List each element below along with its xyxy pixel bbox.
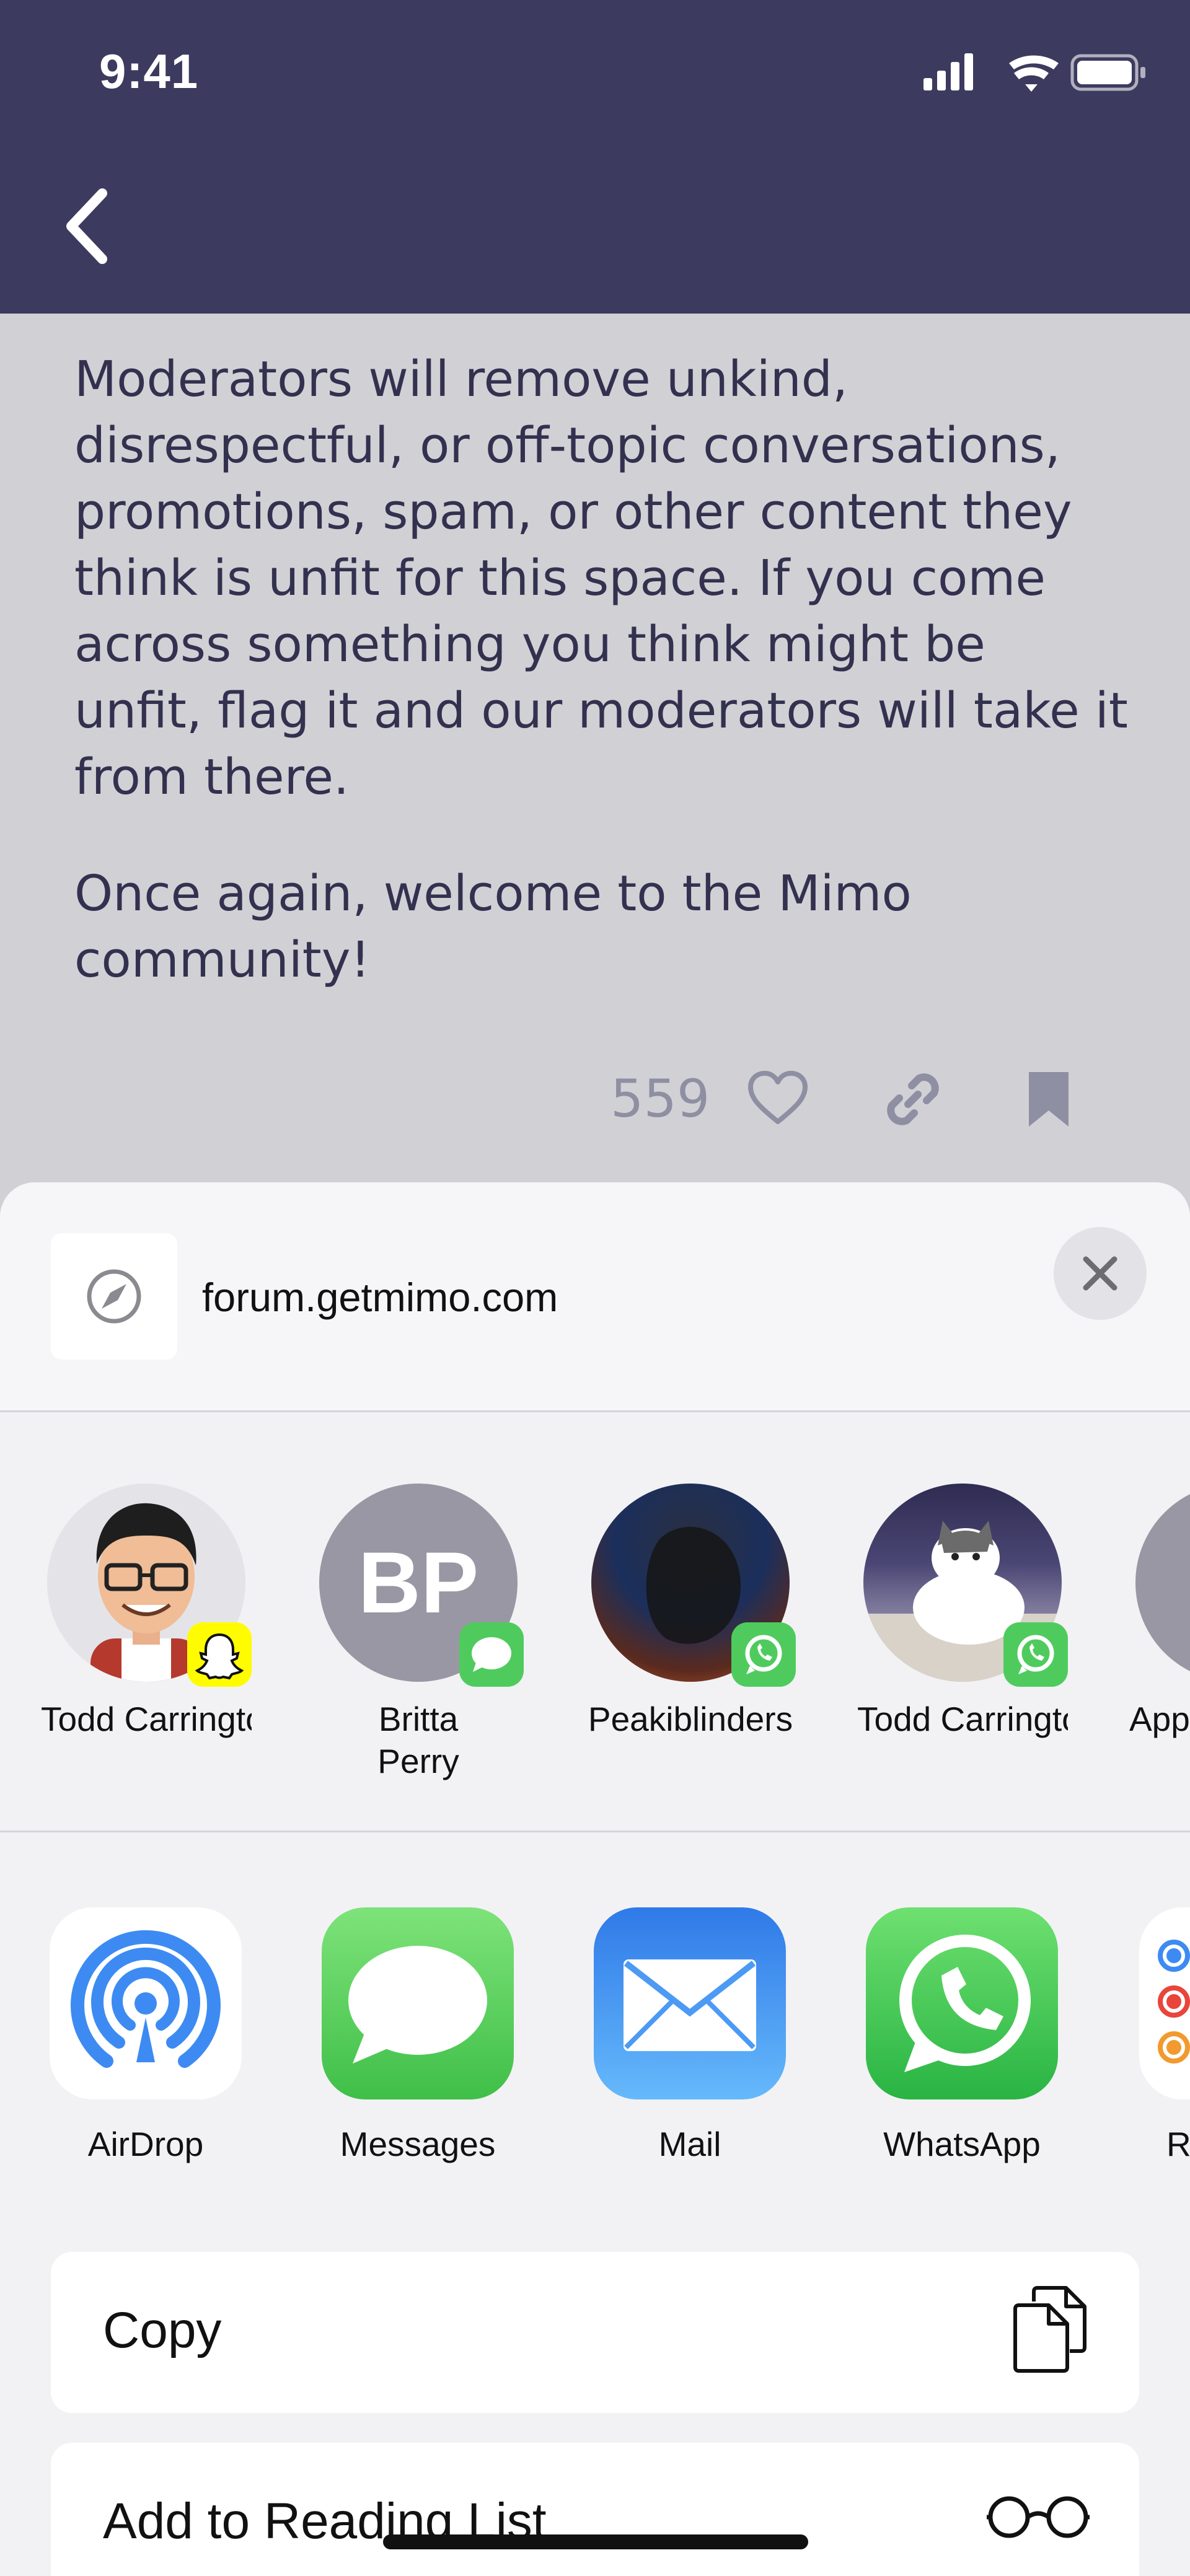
wifi-icon <box>1009 55 1059 92</box>
home-indicator[interactable] <box>383 2534 808 2549</box>
contact-item[interactable]: App <box>1129 1484 1190 1740</box>
status-time: 9:41 <box>99 44 199 99</box>
heart-icon[interactable] <box>747 1070 809 1127</box>
contact-item[interactable]: Todd Carringtonbe... <box>41 1484 252 1740</box>
app-name: Re <box>1166 2125 1190 2163</box>
article-paragraph: Moderators will remove unkind, disrespec… <box>74 351 1128 806</box>
share-app-whatsapp[interactable]: WhatsApp <box>850 1907 1073 2164</box>
bookmark-icon[interactable] <box>1026 1070 1071 1129</box>
whatsapp-icon <box>866 1907 1058 2099</box>
messages-icon <box>322 1907 514 2099</box>
share-app-airdrop[interactable]: AirDrop <box>34 1907 257 2164</box>
avatar <box>1135 1484 1190 1682</box>
snapchat-badge-icon <box>187 1622 252 1687</box>
app-name: Messages <box>340 2125 496 2163</box>
airdrop-icon <box>50 1907 242 2099</box>
contact-name: Todd Carringtonbe... <box>41 1700 252 1738</box>
close-icon <box>1083 1256 1117 1291</box>
divider <box>0 1831 1190 1832</box>
link-icon[interactable] <box>883 1070 943 1129</box>
reminders-icon <box>1139 1907 1190 2099</box>
avatar <box>47 1484 252 1687</box>
avatar: BP <box>319 1484 524 1687</box>
site-thumbnail <box>51 1233 177 1360</box>
glasses-icon <box>987 2496 1090 2538</box>
share-sheet: forum.getmimo.com Todd Carringt BP Britt… <box>0 1182 1190 2576</box>
article-paragraph: Once again, welcome to the Mimo communit… <box>74 865 912 988</box>
share-url: forum.getmimo.com <box>202 1275 558 1320</box>
avatar-initials: BP <box>358 1534 479 1631</box>
share-app-reminders[interactable]: Re <box>1139 1907 1190 2164</box>
app-name: WhatsApp <box>883 2125 1041 2163</box>
messages-badge-icon <box>459 1622 524 1687</box>
share-app-messages[interactable]: Messages <box>306 1907 529 2164</box>
post-actions: 559 <box>0 1057 1190 1138</box>
article-content: Moderators will remove unkind, disrespec… <box>0 314 1190 1181</box>
close-button[interactable] <box>1054 1227 1147 1320</box>
app-name: Mail <box>658 2125 721 2163</box>
avatar <box>863 1484 1068 1687</box>
share-app-mail[interactable]: Mail <box>578 1907 801 2164</box>
app-name: AirDrop <box>87 2125 204 2163</box>
copy-action[interactable]: Copy <box>51 2252 1139 2413</box>
back-chevron-icon[interactable] <box>59 186 115 266</box>
copy-icon <box>1013 2286 1086 2373</box>
divider <box>0 1410 1190 1412</box>
whatsapp-badge-icon <box>731 1622 796 1687</box>
avatar <box>591 1484 796 1687</box>
like-count: 559 <box>610 1068 710 1129</box>
action-label: Copy <box>103 2302 222 2358</box>
compass-icon <box>87 1269 141 1324</box>
contact-name: Todd Carringtonbe... <box>857 1700 1068 1738</box>
mail-icon <box>594 1907 786 2099</box>
add-to-reading-list-action[interactable]: Add to Reading List <box>51 2443 1139 2576</box>
top-bar: 9:41 <box>0 0 1190 314</box>
share-header: forum.getmimo.com <box>0 1182 1190 1412</box>
battery-icon <box>1070 54 1145 91</box>
contact-name: App <box>1129 1700 1190 1738</box>
contact-item[interactable]: Peakiblinders <box>585 1484 796 1740</box>
contact-name: Peakiblinders <box>588 1700 793 1738</box>
signal-icon <box>923 53 973 90</box>
whatsapp-badge-icon <box>1003 1622 1068 1687</box>
contact-item[interactable]: BP Britta Perry <box>313 1484 524 1782</box>
contact-item[interactable]: Todd Carringtonbe... <box>857 1484 1068 1740</box>
status-icons <box>923 53 1145 92</box>
contact-name: Britta Perry <box>377 1700 459 1780</box>
